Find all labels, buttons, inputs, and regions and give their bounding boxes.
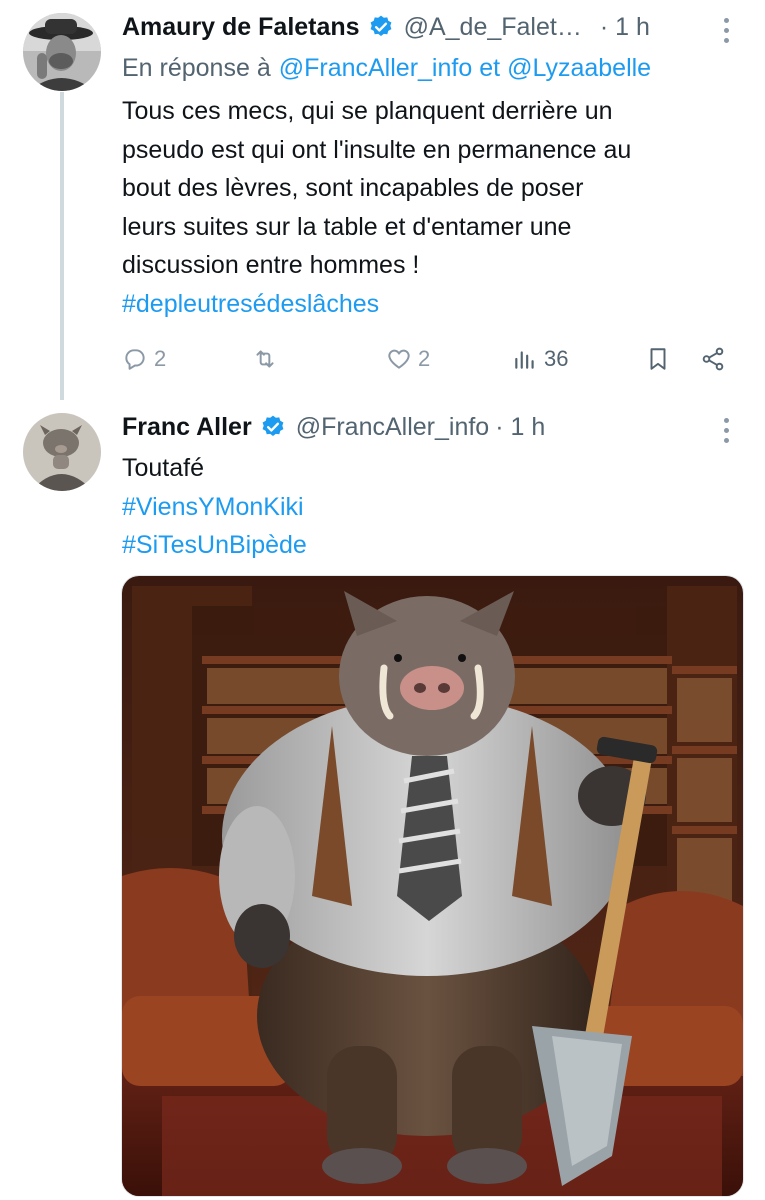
text-line: pseudo est qui ont l'insulte en permanen… [122,135,632,164]
retweet-button[interactable] [252,346,284,372]
views-bar-chart-icon [515,351,534,369]
avatar-franc-aller[interactable] [23,413,101,491]
reply-prefix: En réponse à [122,53,271,82]
author-name[interactable]: Amaury de Faletans [122,13,360,42]
verified-badge-icon [260,414,286,440]
views-button[interactable]: 36 [512,346,568,372]
text-line: Tous ces mecs, qui se planquent derrière… [122,97,613,125]
author-handle[interactable]: @A_de_Falet… [404,13,582,42]
share-icon [702,347,724,371]
reply-context: En réponse à @FrancAller_info et @Lyzaab… [122,51,651,85]
hashtag[interactable]: #SiTesUnBipède [122,526,752,565]
author-name[interactable]: Franc Aller [122,413,252,442]
tweet-text: Toutafé [122,454,205,482]
text-line: discussion entre hommes ! [122,251,420,279]
hashtag[interactable]: #depleutresédeslâches [122,285,752,324]
like-button[interactable]: 2 [386,346,430,372]
tweet1-header: Amaury de Faletans @A_de_Falet… · 1 h [122,10,650,44]
bookmark-button[interactable] [645,346,677,372]
reply-and: et [479,53,501,82]
heart-icon [388,349,410,369]
reply-icon [125,349,145,370]
tweet2-text: Toutafé #ViensYMonKiki #SiTesUnBipède [122,449,752,565]
boar-in-library-illustration [122,576,743,1196]
avatar-amaury[interactable] [23,13,101,91]
tweet-media-image[interactable] [121,575,744,1197]
more-vertical-icon[interactable] [724,18,730,48]
tweet1-text: Tous ces mecs, qui se planquent derrière… [122,92,752,323]
more-vertical-icon[interactable] [724,418,730,448]
author-handle[interactable]: @FrancAller_info [296,413,490,442]
text-line: bout des lèvres, sont incapables de pose… [122,174,584,202]
reply-mention-2[interactable]: @Lyzaabelle [507,54,651,83]
reply-button[interactable]: 2 [122,346,166,372]
reply-mention-1[interactable]: @FrancAller_info [279,54,473,83]
tweet2-header: Franc Aller @FrancAller_info · 1 h [122,410,545,444]
views-count: 36 [544,346,569,371]
timestamp[interactable]: · 1 h [495,413,545,442]
share-button[interactable] [700,346,732,372]
timestamp[interactable]: · 1 h [600,13,650,42]
thread-line [60,92,64,400]
bookmark-icon [650,348,666,370]
hashtag[interactable]: #ViensYMonKiki [122,488,752,527]
text-line: leurs suites sur la table et d'entamer u… [122,212,572,241]
verified-badge-icon [368,14,394,40]
retweet-icon [256,350,274,368]
like-count: 2 [418,346,431,371]
reply-count: 2 [154,346,167,371]
